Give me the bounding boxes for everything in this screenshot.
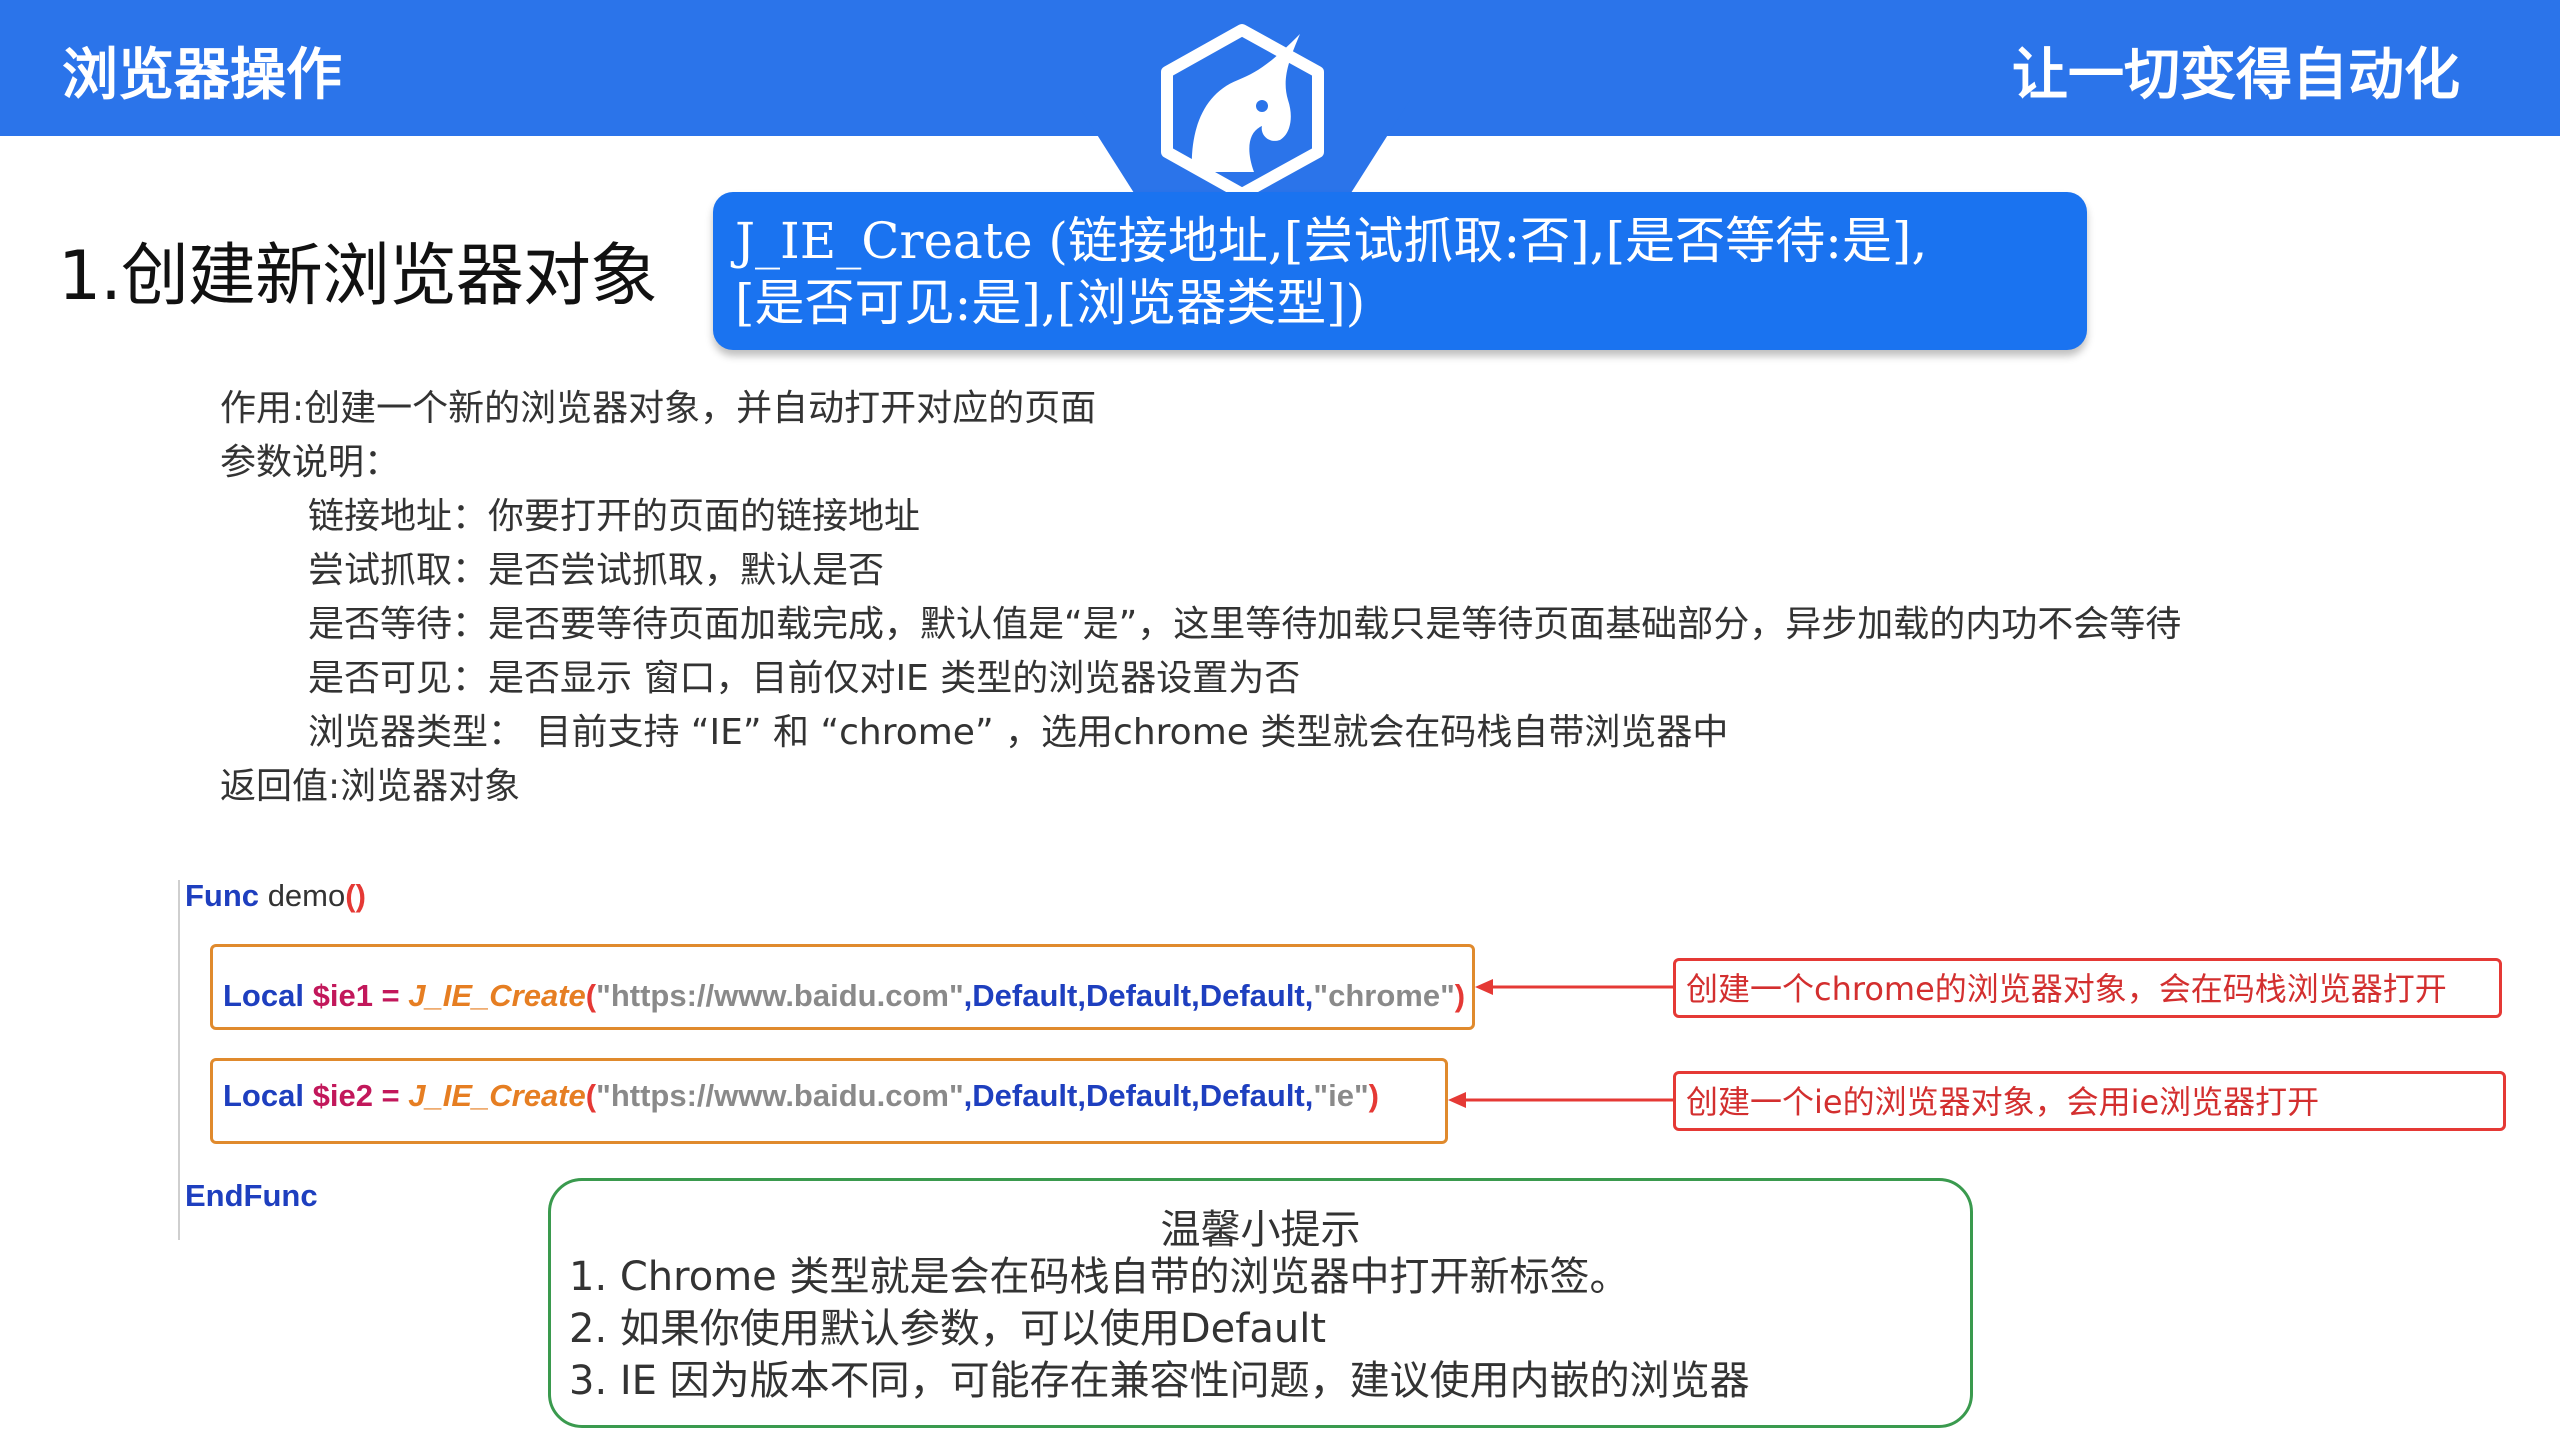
default-arg: Default	[972, 1078, 1078, 1113]
param-item: 浏览器类型： 目前支持 “IE” 和 “chrome” ，选用chrome 类型…	[308, 712, 1729, 753]
annotation-note-1: 创建一个chrome的浏览器对象，会在码栈浏览器打开	[1673, 958, 2502, 1018]
comma: ,	[963, 978, 973, 1013]
close-paren: )	[1368, 1078, 1379, 1113]
open-paren: (	[585, 1078, 597, 1113]
param-item: 是否可见：是否显示 窗口，目前仅对IE 类型的浏览器设置为否	[308, 658, 1301, 699]
unicorn-logo-icon	[1161, 24, 1324, 197]
browser-type-string: "ie"	[1313, 1078, 1369, 1113]
default-arg: Default	[1085, 1078, 1192, 1113]
code-line-1: Local $ie1 = J_IE_Create("https://www.ba…	[223, 978, 1465, 1014]
tip-item: 2. 如果你使用默认参数，可以使用Default	[569, 1306, 1327, 1352]
assign-operator: =	[372, 978, 409, 1013]
tips-title: 温馨小提示	[1160, 1207, 1361, 1253]
default-arg: Default	[1085, 978, 1192, 1013]
assign-operator: =	[372, 1078, 409, 1113]
tips-box: 温馨小提示 1. Chrome 类型就是会在码栈自带的浏览器中打开新标签。 2.…	[548, 1178, 1973, 1428]
signature-line-2: [是否可见:是],[浏览器类型])	[735, 274, 1366, 332]
comma: ,	[963, 1078, 973, 1113]
page-title: 1.创建新浏览器对象	[58, 237, 658, 316]
default-arg: Default	[1199, 978, 1305, 1013]
arrow-left-icon	[1475, 979, 1675, 995]
func-close-paren: )	[355, 878, 366, 913]
comma: ,	[1191, 978, 1200, 1013]
purpose-text: 作用:创建一个新的浏览器对象，并自动打开对应的页面	[220, 388, 1097, 429]
signature-line-1: J_IE_Create (链接地址,[尝试抓取:否],[是否等待:是],	[735, 212, 1928, 270]
header-right-title: 让一切变得自动化	[2012, 43, 2460, 108]
code-line-2: Local $ie2 = J_IE_Create("https://www.ba…	[223, 1078, 1379, 1114]
comma: ,	[1191, 1078, 1200, 1113]
url-string: "https://www.baidu.com"	[596, 1078, 964, 1113]
function-signature: J_IE_Create (链接地址,[尝试抓取:否],[是否等待:是], [是否…	[713, 192, 2087, 350]
local-keyword: Local	[223, 978, 304, 1013]
func-open-paren: (	[345, 878, 356, 913]
function-name: J_IE_Create	[408, 978, 586, 1013]
tips-list: 1. Chrome 类型就是会在码栈自带的浏览器中打开新标签。 2. 如果你使用…	[569, 1251, 1750, 1407]
code-gutter-line	[178, 880, 180, 1240]
params-header: 参数说明：	[220, 442, 401, 483]
annotation-note-2: 创建一个ie的浏览器对象，会用ie浏览器打开	[1673, 1071, 2506, 1131]
comma: ,	[1077, 1078, 1086, 1113]
header-left-title: 浏览器操作	[62, 43, 342, 108]
func-keyword: Func	[185, 878, 260, 913]
endfunc-keyword: EndFunc	[185, 1178, 318, 1213]
function-name: J_IE_Create	[408, 1078, 586, 1113]
local-keyword: Local	[223, 1078, 304, 1113]
url-string: "https://www.baidu.com"	[596, 978, 964, 1013]
variable-name: $ie2	[312, 1078, 373, 1113]
return-value-text: 返回值:浏览器对象	[220, 766, 521, 807]
arrow-left-icon	[1448, 1092, 1675, 1108]
open-paren: (	[585, 978, 597, 1013]
tip-item: 1. Chrome 类型就是会在码栈自带的浏览器中打开新标签。	[569, 1254, 1630, 1300]
param-item: 尝试抓取：是否尝试抓取，默认是否	[308, 550, 885, 591]
variable-name: $ie1	[312, 978, 373, 1013]
code-func-line: Func demo()	[185, 878, 366, 914]
default-arg: Default	[1199, 1078, 1305, 1113]
param-item: 是否等待：是否要等待页面加载完成，默认值是“是”，这里等待加载只是等待页面基础部…	[308, 604, 2182, 645]
comma: ,	[1077, 978, 1086, 1013]
tip-item: 3. IE 因为版本不同，可能存在兼容性问题，建议使用内嵌的浏览器	[569, 1358, 1750, 1404]
code-endfunc-line: EndFunc	[185, 1178, 318, 1214]
close-paren: )	[1454, 978, 1466, 1013]
default-arg: Default	[972, 978, 1078, 1013]
param-item: 链接地址：你要打开的页面的链接地址	[308, 496, 921, 537]
browser-type-string: "chrome"	[1313, 978, 1455, 1013]
description-block: 作用:创建一个新的浏览器对象，并自动打开对应的页面 参数说明： 链接地址：你要打…	[220, 382, 2181, 814]
func-name: demo	[267, 878, 346, 913]
